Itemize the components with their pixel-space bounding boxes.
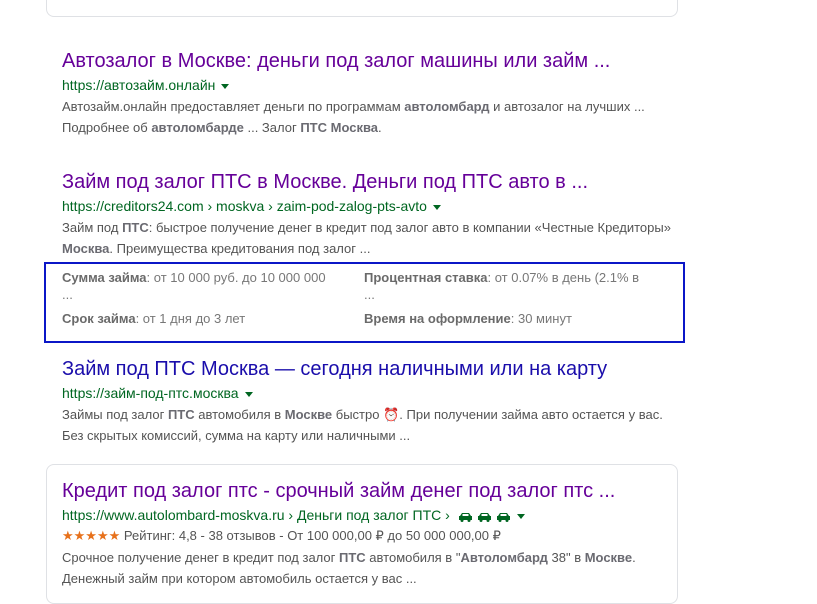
snippet-text: 38" в <box>547 550 585 565</box>
snippet-keyword: ПТС <box>122 220 149 235</box>
snippet-text: . <box>378 120 382 135</box>
result-title-link[interactable]: Займ под ПТС Москва — сегодня наличными … <box>62 356 672 382</box>
fact-loan-amount: Сумма займа: от 10 000 руб. до 10 000 00… <box>62 267 362 302</box>
snippet-keyword: Москве <box>584 550 633 565</box>
snippet-text: автомобиля в <box>194 407 285 422</box>
result-url: https://www.autolombard-moskva.ru › День… <box>62 505 672 525</box>
snippet-text: автомобиля в " <box>365 550 461 565</box>
snippet-keyword: Москва <box>62 241 110 256</box>
snippet-text: Займ под <box>62 220 123 235</box>
result-url-text[interactable]: https://автозайм.онлайн <box>62 77 215 93</box>
fact-label: Срок займа <box>62 311 136 326</box>
snippet-keyword: ПТС Москва <box>300 120 378 135</box>
fact-more: ... <box>62 287 73 302</box>
dropdown-caret-icon[interactable] <box>432 204 441 210</box>
result-url: https://автозайм.онлайн <box>62 75 672 95</box>
fact-value: : от 1 дня до 3 лет <box>135 311 246 326</box>
dropdown-caret-icon[interactable] <box>516 513 525 519</box>
fact-more: ... <box>364 287 375 302</box>
car-icon <box>496 512 511 522</box>
snippet-keyword: автоломбарде <box>151 120 244 135</box>
previous-result-card <box>46 0 678 17</box>
result-title-link[interactable]: Кредит под залог птс - срочный займ дене… <box>62 478 672 504</box>
snippet-keyword: Москве <box>284 407 333 422</box>
snippet-text: Срочное получение денег в кредит под зал… <box>62 550 339 565</box>
fact-value: : от 10 000 руб. до 10 000 000 <box>146 270 326 285</box>
result-snippet: Автозайм.онлайн предоставляет деньги по … <box>62 96 672 138</box>
fact-value: : от 0.07% в день (2.1% в <box>487 270 640 285</box>
snippet-text: ... Залог <box>243 120 301 135</box>
dropdown-caret-icon[interactable] <box>244 391 253 397</box>
car-icon <box>477 512 492 522</box>
result-snippet: Займы под залог ПТС автомобиля в Москве … <box>62 404 672 446</box>
fact-value: : 30 минут <box>510 311 572 326</box>
dropdown-caret-icon[interactable] <box>221 83 230 89</box>
snippet-text: . Преимущества кредитования под залог ..… <box>109 241 371 256</box>
fact-interest-rate: Процентная ставка: от 0.07% в день (2.1%… <box>364 267 664 302</box>
result-url-text[interactable]: https://займ-под-птс.москва <box>62 385 239 401</box>
snippet-keyword: ПТС <box>167 407 195 422</box>
snippet-keyword: ПТС <box>339 550 366 565</box>
result-url-text[interactable]: https://www.autolombard-moskva.ru › День… <box>62 507 450 523</box>
fact-loan-term: Срок займа: от 1 дня до 3 лет <box>62 308 362 329</box>
car-icon <box>458 512 473 522</box>
search-result: Займ под залог ПТС в Москве. Деньги под … <box>62 169 672 259</box>
result-title-link[interactable]: Автозалог в Москве: деньги под залог маш… <box>62 48 672 74</box>
result-snippet: Срочное получение денег в кредит под зал… <box>62 547 672 589</box>
result-url: https://creditors24.com › moskva › zaim-… <box>62 196 672 216</box>
search-result: Автозалог в Москве: деньги под залог маш… <box>62 48 672 138</box>
snippet-text: Автозайм.онлайн предоставляет деньги по … <box>62 99 405 114</box>
snippet-keyword: автоломбард <box>404 99 490 114</box>
result-url-text[interactable]: https://creditors24.com › moskva › zaim-… <box>62 198 427 214</box>
highlighted-facts-box: Сумма займа: от 10 000 руб. до 10 000 00… <box>44 262 685 343</box>
search-result: Займ под ПТС Москва — сегодня наличными … <box>62 356 672 446</box>
snippet-text: : быстрое получение денег в кредит под з… <box>148 220 671 235</box>
fact-processing-time: Время на оформление: 30 минут <box>364 308 664 329</box>
search-result: Кредит под залог птс - срочный займ дене… <box>62 478 672 589</box>
snippet-keyword: Автоломбард <box>460 550 548 565</box>
result-rating: ★★★★★ Рейтинг: 4,8 - 38 отзывов - От 100… <box>62 526 672 546</box>
fact-label: Процентная ставка <box>364 270 488 285</box>
fact-label: Время на оформление <box>364 311 511 326</box>
result-title-link[interactable]: Займ под залог ПТС в Москве. Деньги под … <box>62 169 672 195</box>
result-snippet: Займ под ПТС: быстрое получение денег в … <box>62 217 672 259</box>
star-rating-icon: ★★★★★ <box>62 528 121 543</box>
result-url: https://займ-под-птс.москва <box>62 383 672 403</box>
rating-text: Рейтинг: 4,8 - 38 отзывов - От 100 000,0… <box>120 528 501 543</box>
fact-label: Сумма займа <box>62 270 147 285</box>
snippet-text: Займы под залог <box>62 407 168 422</box>
